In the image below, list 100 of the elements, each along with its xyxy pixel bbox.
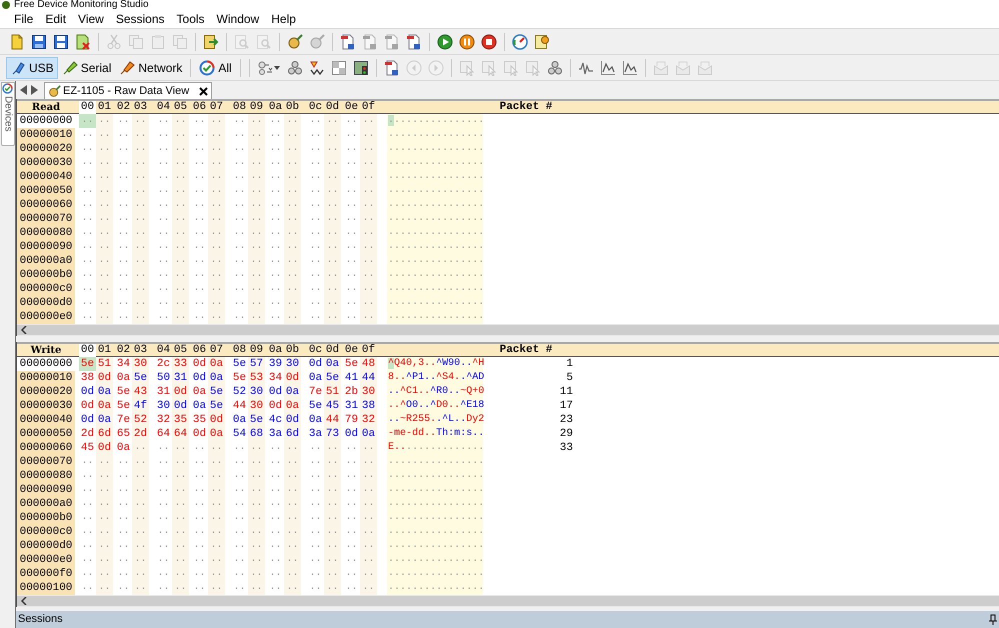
byte-cell: .. bbox=[248, 455, 265, 469]
byte-cell: .. bbox=[208, 441, 225, 455]
byte-cell: .. bbox=[324, 198, 341, 212]
byte-cell-text: .. bbox=[268, 170, 282, 184]
byte-cell-text: 50 bbox=[156, 371, 172, 385]
filter-button[interactable]: All bbox=[195, 56, 236, 78]
byte-cell-text: 41 bbox=[344, 371, 360, 385]
byte-cell-text: 0d bbox=[192, 371, 208, 385]
close-icon[interactable] bbox=[199, 86, 208, 96]
byte-cell-text: .. bbox=[80, 483, 94, 497]
byte-cell-text: .. bbox=[156, 170, 170, 184]
byte-cell-text: .. bbox=[116, 268, 130, 282]
byte-cell-text: .. bbox=[80, 128, 94, 142]
byte-cell-text: .. bbox=[344, 114, 358, 128]
scroll-left-icon[interactable] bbox=[20, 85, 28, 95]
byte-cell: 0d bbox=[96, 371, 113, 385]
byte-cell-text: .. bbox=[232, 114, 246, 128]
byte-cell: .. bbox=[248, 441, 265, 455]
menu-item[interactable]: Tools bbox=[170, 10, 211, 28]
document-icon bbox=[384, 34, 400, 50]
byte-cell-text: 54 bbox=[232, 427, 248, 441]
filter-button[interactable]: Serial bbox=[58, 56, 116, 78]
packet-number: 23 bbox=[558, 413, 573, 427]
byte-cell-text: .. bbox=[232, 268, 246, 282]
forward-icon bbox=[428, 60, 444, 76]
byte-cell-text: .. bbox=[232, 156, 246, 170]
byte-cell: .. bbox=[96, 254, 113, 268]
byte-cell-text: .. bbox=[308, 254, 322, 268]
byte-cell: .. bbox=[208, 198, 225, 212]
ascii-cell: ..~R255..^L..Dy2 bbox=[387, 413, 483, 427]
column-header: 04 bbox=[156, 100, 172, 114]
cursor-icon bbox=[524, 60, 541, 76]
filter-button[interactable]: USB bbox=[6, 56, 58, 78]
byte-cell: .. bbox=[96, 184, 113, 198]
byte-cell-text: 2d bbox=[80, 427, 96, 441]
byte-cell: .. bbox=[132, 483, 149, 497]
byte-cell: .. bbox=[360, 441, 377, 455]
byte-cell: 73 bbox=[324, 427, 341, 441]
byte-cell-text: .. bbox=[268, 539, 282, 553]
byte-cell: .. bbox=[208, 268, 225, 282]
menu-item[interactable]: View bbox=[72, 10, 110, 28]
byte-cell-text: .. bbox=[156, 296, 170, 310]
byte-cell: .. bbox=[132, 226, 149, 240]
scroll-right-icon[interactable] bbox=[30, 85, 38, 95]
byte-cell: .. bbox=[248, 469, 265, 483]
byte-cell: .. bbox=[324, 553, 341, 567]
byte-cell: .. bbox=[208, 581, 225, 595]
byte-cell: .. bbox=[360, 455, 377, 469]
byte-cell-text: .. bbox=[308, 128, 322, 142]
byte-cell: .. bbox=[248, 296, 265, 310]
byte-cell: .. bbox=[208, 282, 225, 296]
scroll-left-icon[interactable] bbox=[21, 326, 27, 334]
row-address: 00000060 bbox=[17, 441, 75, 455]
byte-cell-text: 35 bbox=[192, 413, 208, 427]
byte-cell-text: 2b bbox=[344, 385, 360, 399]
byte-cell-text: .. bbox=[116, 310, 130, 324]
byte-cell-text: .. bbox=[232, 483, 246, 497]
byte-cell: 53 bbox=[248, 371, 265, 385]
horizontal-scrollbar[interactable] bbox=[17, 324, 999, 336]
byte-cell-text: .. bbox=[80, 170, 94, 184]
byte-cell: .. bbox=[132, 441, 149, 455]
menu-item[interactable]: Help bbox=[265, 10, 302, 28]
byte-cell-text: .. bbox=[156, 114, 170, 128]
byte-cell-text: .. bbox=[192, 170, 206, 184]
check-circle-icon bbox=[199, 60, 216, 76]
menu-item[interactable]: Sessions bbox=[110, 10, 171, 28]
byte-cell-text: .. bbox=[156, 240, 170, 254]
byte-cell: .. bbox=[132, 142, 149, 156]
byte-cell-text: .. bbox=[156, 539, 170, 553]
byte-cell-text: .. bbox=[156, 511, 170, 525]
row-address: 000000f0 bbox=[17, 567, 75, 581]
byte-cell: .. bbox=[172, 142, 189, 156]
byte-cell-text: 0d bbox=[192, 427, 208, 441]
byte-cell: .. bbox=[284, 282, 301, 296]
menu-item[interactable]: File bbox=[8, 10, 40, 28]
menu-item[interactable]: Edit bbox=[39, 10, 72, 28]
byte-cell: 0a bbox=[96, 399, 113, 413]
pin-icon[interactable] bbox=[989, 614, 997, 625]
byte-cell-text: .. bbox=[232, 525, 246, 539]
column-header: 02 bbox=[116, 344, 132, 356]
byte-cell-text: .. bbox=[268, 184, 282, 198]
byte-cell: .. bbox=[172, 511, 189, 525]
byte-cell: 0a bbox=[208, 357, 225, 371]
byte-cell: .. bbox=[360, 497, 377, 511]
document-tab[interactable]: EZ-1105 - Raw Data View bbox=[44, 82, 212, 99]
filter-button[interactable]: Network bbox=[115, 56, 186, 78]
scroll-left-icon[interactable] bbox=[21, 597, 27, 605]
byte-cell-text: .. bbox=[344, 184, 358, 198]
devices-tab[interactable]: Devices bbox=[0, 82, 14, 146]
byte-cell-text: 0a bbox=[308, 371, 324, 385]
byte-cell-text: .. bbox=[308, 296, 322, 310]
byte-cell: .. bbox=[132, 212, 149, 226]
byte-cell: .. bbox=[132, 114, 149, 128]
byte-cell-text: .. bbox=[344, 226, 358, 240]
byte-cell-text: .. bbox=[116, 170, 130, 184]
byte-cell: .. bbox=[324, 184, 341, 198]
horizontal-scrollbar[interactable] bbox=[17, 595, 999, 607]
menu-item[interactable]: Window bbox=[210, 10, 266, 28]
byte-cell-text: .. bbox=[192, 483, 206, 497]
byte-cell: .. bbox=[248, 553, 265, 567]
